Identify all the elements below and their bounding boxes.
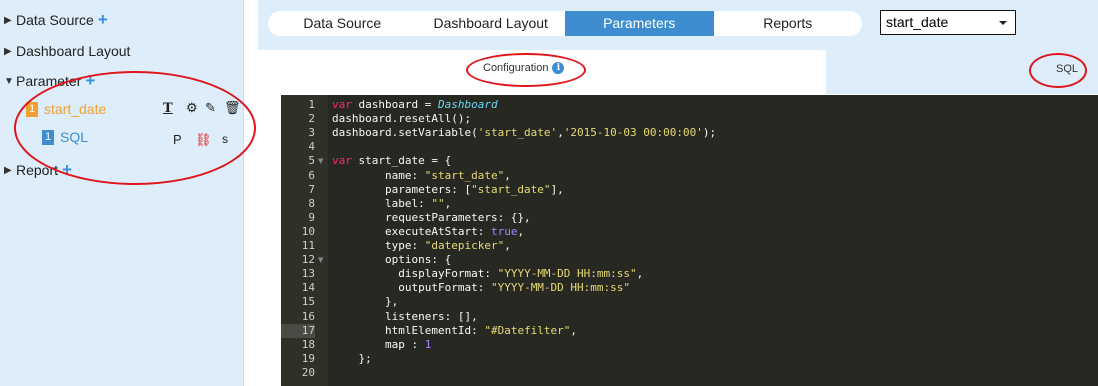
tab-parameters[interactable]: Parameters — [565, 11, 714, 36]
annotation-circle — [14, 71, 256, 185]
line-number: 13 — [301, 267, 315, 281]
add-data-source-icon[interactable]: + — [98, 11, 108, 28]
code-line[interactable]: 5 var start_date = { — [281, 154, 1098, 168]
line-number: 1 — [308, 98, 315, 111]
parameter-select[interactable]: start_date — [880, 10, 1016, 35]
code-text: listeners: [], — [332, 309, 478, 323]
code-line[interactable]: 20 — [281, 366, 1098, 380]
code-text: outputFormat: "YYYY-MM-DD HH:mm:ss" — [332, 281, 631, 295]
code-line[interactable]: 16 listeners: [], — [281, 310, 1098, 324]
fold-icon[interactable]: ▼ — [318, 157, 323, 165]
code-text: map : 1 — [332, 337, 432, 351]
code-line[interactable]: 15 }, — [281, 295, 1098, 309]
code-line[interactable]: 6 name: "start_date", — [281, 169, 1098, 183]
code-line[interactable]: 1 var dashboard = Dashboard — [281, 98, 1098, 112]
code-text: }; — [332, 351, 372, 365]
line-number: 7 — [308, 182, 315, 196]
main-tabs: Data Source Dashboard Layout Parameters … — [268, 11, 862, 36]
sidebar-item-label: Dashboard Layout — [16, 43, 131, 59]
tab-data-source[interactable]: Data Source — [268, 11, 417, 36]
code-text: dashboard.setVariable('start_date','2015… — [332, 126, 717, 140]
line-number: 8 — [308, 196, 315, 210]
code-line[interactable]: 3 dashboard.setVariable('start_date','201… — [281, 126, 1098, 140]
line-number: 15 — [301, 295, 315, 309]
code-text: var dashboard = Dashboard — [332, 98, 498, 111]
caret-right-icon: ▶ — [4, 14, 12, 26]
annotation-circle — [466, 53, 586, 87]
code-text: }, — [332, 295, 399, 309]
tab-dashboard-layout[interactable]: Dashboard Layout — [417, 11, 566, 36]
code-text: htmlElementId: "#Datefilter", — [332, 323, 578, 337]
line-number: 2 — [308, 112, 315, 126]
line-number: 16 — [301, 309, 315, 323]
annotation-circle — [1029, 53, 1087, 88]
fold-icon[interactable]: ▼ — [318, 256, 323, 264]
line-number: 14 — [301, 281, 315, 295]
line-number: 20 — [301, 365, 315, 379]
code-text: executeAtStart: true, — [332, 224, 525, 238]
code-line[interactable]: 8 label: "", — [281, 197, 1098, 211]
sidebar-item-label: Data Source — [16, 12, 94, 28]
line-number: 5 — [308, 154, 315, 168]
code-line[interactable]: 17 htmlElementId: "#Datefilter", — [281, 323, 1098, 338]
code-text: name: "start_date", — [332, 168, 511, 182]
code-line[interactable]: 4 — [281, 140, 1098, 154]
caret-right-icon: ▶ — [4, 45, 12, 57]
line-number: 11 — [301, 239, 315, 252]
code-text: displayFormat: "YYYY-MM-DD HH:mm:ss", — [332, 267, 644, 281]
code-line[interactable]: 2 dashboard.resetAll(); — [281, 112, 1098, 126]
caret-right-icon: ▶ — [4, 164, 12, 176]
code-text: parameters: ["start_date"], — [332, 182, 564, 196]
tab-reports[interactable]: Reports — [714, 11, 863, 36]
code-line[interactable]: 19 }; — [281, 352, 1098, 366]
code-line[interactable]: 10 executeAtStart: true, — [281, 225, 1098, 239]
chevron-down-icon — [999, 21, 1007, 25]
line-number: 10 — [301, 224, 315, 238]
code-text: label: "", — [332, 196, 452, 210]
code-line[interactable]: 13 displayFormat: "YYYY-MM-DD HH:mm:ss", — [281, 267, 1098, 281]
line-number: 12 — [301, 253, 315, 267]
code-line[interactable]: 9 requestParameters: {}, — [281, 211, 1098, 225]
code-text: dashboard.resetAll(); — [332, 112, 472, 126]
code-text: requestParameters: {}, — [332, 210, 531, 224]
line-number: 6 — [308, 168, 315, 182]
parameter-select-value: start_date — [886, 14, 949, 30]
caret-down-icon: ▼ — [4, 75, 14, 87]
sidebar-item-data-source[interactable]: ▶ Data Source + — [4, 11, 108, 28]
code-text: var start_date = { — [332, 154, 452, 168]
code-line[interactable]: 12 options: { — [281, 253, 1098, 267]
code-line[interactable]: 14 outputFormat: "YYYY-MM-DD HH:mm:ss" — [281, 281, 1098, 295]
line-number: 4 — [308, 140, 315, 154]
code-line[interactable]: 7 parameters: ["start_date"], — [281, 183, 1098, 197]
line-number: 18 — [301, 337, 315, 351]
line-number: 19 — [301, 351, 315, 365]
code-line[interactable]: 11 type: "datepicker", — [281, 239, 1098, 253]
code-line[interactable]: 18 map : 1 — [281, 338, 1098, 352]
code-text: options: { — [332, 253, 452, 267]
code-text: type: "datepicker", — [332, 239, 511, 252]
line-number: 9 — [308, 210, 315, 224]
sidebar-item-dashboard-layout[interactable]: ▶ Dashboard Layout — [4, 43, 130, 59]
line-number: 17 — [281, 323, 315, 338]
line-number: 3 — [308, 126, 315, 140]
